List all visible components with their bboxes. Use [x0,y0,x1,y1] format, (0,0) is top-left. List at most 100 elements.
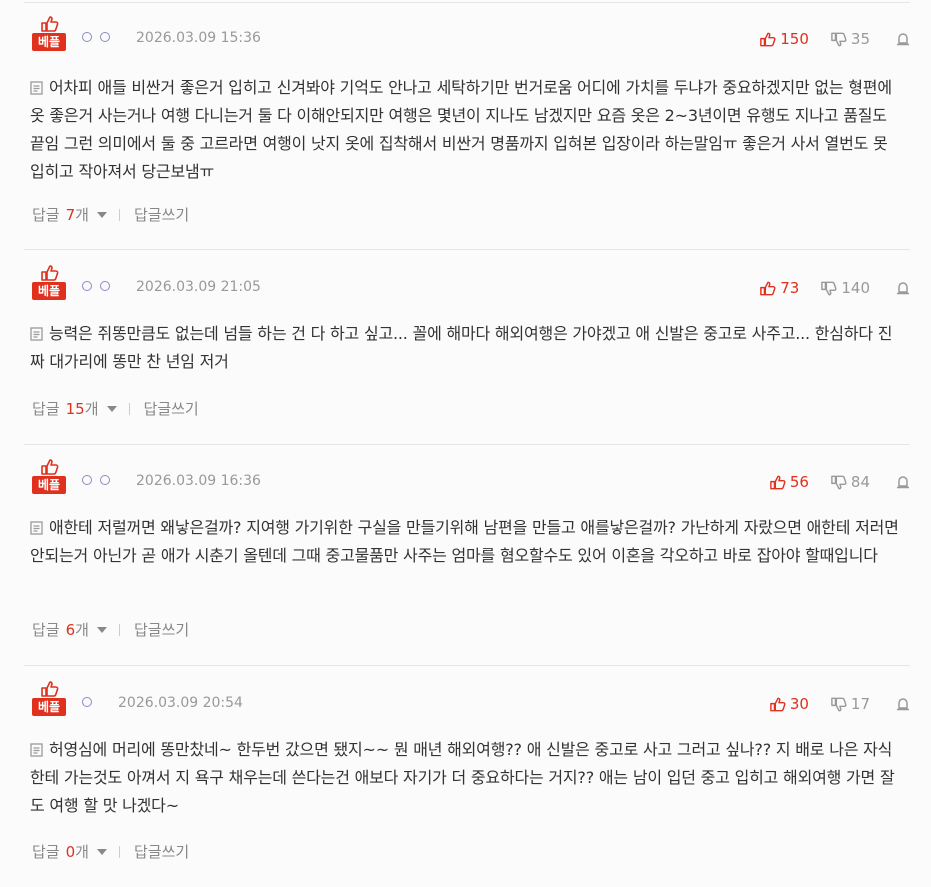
dislike-button[interactable]: 35 [831,30,870,48]
vote-area: 30 17 [769,695,910,713]
user-level-dots [82,32,110,42]
top-divider [24,2,910,3]
divider [118,623,120,636]
reply-bar: 답글 0개 답글쓰기 [32,841,189,862]
dislike-count: 35 [850,30,870,48]
reply-label: 답글 [32,843,60,861]
comment-date: 2026.03.09 16:36 [136,473,261,489]
thumbs-down-icon [831,32,847,46]
thumbs-up-icon [760,281,776,295]
comment-text: 애한테 저럴꺼면 왜낳은걸까? 지여행 가기위한 구실을 만들기위해 남편을 만… [30,518,899,565]
best-badge-label: 베플 [32,698,66,716]
thumbs-up-icon [769,697,786,711]
reply-count-unit: 개 [75,843,89,861]
comment-body: 애한테 저럴꺼면 왜낳은걸까? 지여행 가기위한 구실을 만들기위해 남편을 만… [30,514,904,570]
document-icon [30,81,43,95]
like-count: 30 [789,695,809,713]
thumbs-up-icon [41,265,59,281]
comment-item: 베플 2026.03.09 15:36 150 35 어차피 애들 비싼거 좋은… [24,16,910,250]
comment-body: 어차피 애들 비싼거 좋은거 입히고 신겨봐야 기억도 안나고 세탁하기만 번거… [30,74,904,186]
best-comment-badge: 베플 [32,459,68,497]
chevron-down-icon[interactable] [96,848,107,855]
document-icon [30,521,43,535]
like-button[interactable]: 56 [769,473,809,491]
comment-divider [24,665,910,666]
write-reply-button[interactable]: 답글쓰기 [134,841,189,862]
thumbs-up-icon [769,475,786,489]
comment-item: 베플 2026.03.09 21:05 73 140 능력은 쥐똥만큼도 없는데… [24,265,910,445]
chevron-down-icon[interactable] [96,211,107,218]
dislike-count: 17 [850,695,870,713]
divider [118,845,120,858]
level-dot [82,697,92,707]
thumbs-up-icon [41,681,59,697]
comment-divider [24,444,910,445]
report-icon[interactable] [896,697,910,711]
write-reply-button[interactable]: 답글쓰기 [144,398,199,419]
dislike-button[interactable]: 84 [831,473,870,491]
best-comment-badge: 베플 [32,265,68,303]
level-dot [100,475,110,485]
thumbs-down-icon [821,281,837,295]
level-dot [100,281,110,291]
level-dot [82,32,92,42]
vote-area: 56 84 [769,473,910,491]
divider [118,208,120,221]
reply-count-unit: 개 [84,400,99,418]
document-icon [30,743,43,757]
reply-toggle[interactable]: 답글 7개 [32,204,89,225]
reply-label: 답글 [32,206,60,224]
level-dot [100,32,110,42]
like-button[interactable]: 30 [769,695,809,713]
reply-bar: 답글 7개 답글쓰기 [32,204,189,225]
dislike-button[interactable]: 140 [821,279,870,297]
reply-toggle[interactable]: 답글 6개 [32,619,89,640]
like-count: 150 [780,30,809,48]
level-dot [82,281,92,291]
write-reply-button[interactable]: 답글쓰기 [134,204,189,225]
comment-text: 능력은 쥐똥만큼도 없는데 넘들 하는 건 다 하고 싶고... 꼴에 해마다 … [30,324,893,371]
reply-label: 답글 [32,400,60,418]
comment-divider [24,249,910,250]
best-comment-badge: 베플 [32,16,68,54]
best-comment-badge: 베플 [32,681,68,719]
chevron-down-icon[interactable] [96,626,107,633]
thumbs-down-icon [831,697,847,711]
write-reply-button[interactable]: 답글쓰기 [134,619,189,640]
reply-count-unit: 개 [75,621,89,639]
thumbs-up-icon [41,459,59,475]
level-dot [82,475,92,485]
best-badge-label: 베플 [32,33,66,51]
best-badge-label: 베플 [32,282,66,300]
like-button[interactable]: 150 [760,30,809,48]
comment-item: 베플 2026.03.09 16:36 56 84 애한테 저럴꺼면 왜낳은걸까… [24,459,910,666]
thumbs-up-icon [41,16,59,32]
comment-date: 2026.03.09 21:05 [136,279,261,295]
report-icon[interactable] [896,281,910,295]
like-count: 73 [780,279,800,297]
dislike-count: 140 [841,279,870,297]
comment-item: 베플 2026.03.09 20:54 30 17 허영심에 머리에 똥만찼네~… [24,681,910,887]
reply-toggle[interactable]: 답글 0개 [32,841,89,862]
best-badge-label: 베플 [32,476,66,494]
comment-text: 어차피 애들 비싼거 좋은거 입히고 신겨봐야 기억도 안나고 세탁하기만 번거… [30,78,892,181]
vote-area: 73 140 [760,279,910,297]
vote-area: 150 35 [760,30,910,48]
reply-count: 15 [65,400,85,418]
report-icon[interactable] [896,475,910,489]
report-icon[interactable] [896,32,910,46]
user-level-dots [82,475,110,485]
like-count: 56 [789,473,809,491]
divider [128,402,130,415]
comment-date: 2026.03.09 20:54 [118,695,243,711]
chevron-down-icon[interactable] [106,405,117,412]
reply-toggle[interactable]: 답글 15개 [32,398,99,419]
dislike-count: 84 [850,473,870,491]
comment-body: 능력은 쥐똥만큼도 없는데 넘들 하는 건 다 하고 싶고... 꼴에 해마다 … [30,320,904,376]
comment-list: 베플 2026.03.09 15:36 150 35 어차피 애들 비싼거 좋은… [0,0,931,887]
like-button[interactable]: 73 [760,279,799,297]
reply-count: 0 [65,843,76,861]
document-icon [30,327,43,341]
reply-bar: 답글 6개 답글쓰기 [32,619,189,640]
dislike-button[interactable]: 17 [831,695,870,713]
